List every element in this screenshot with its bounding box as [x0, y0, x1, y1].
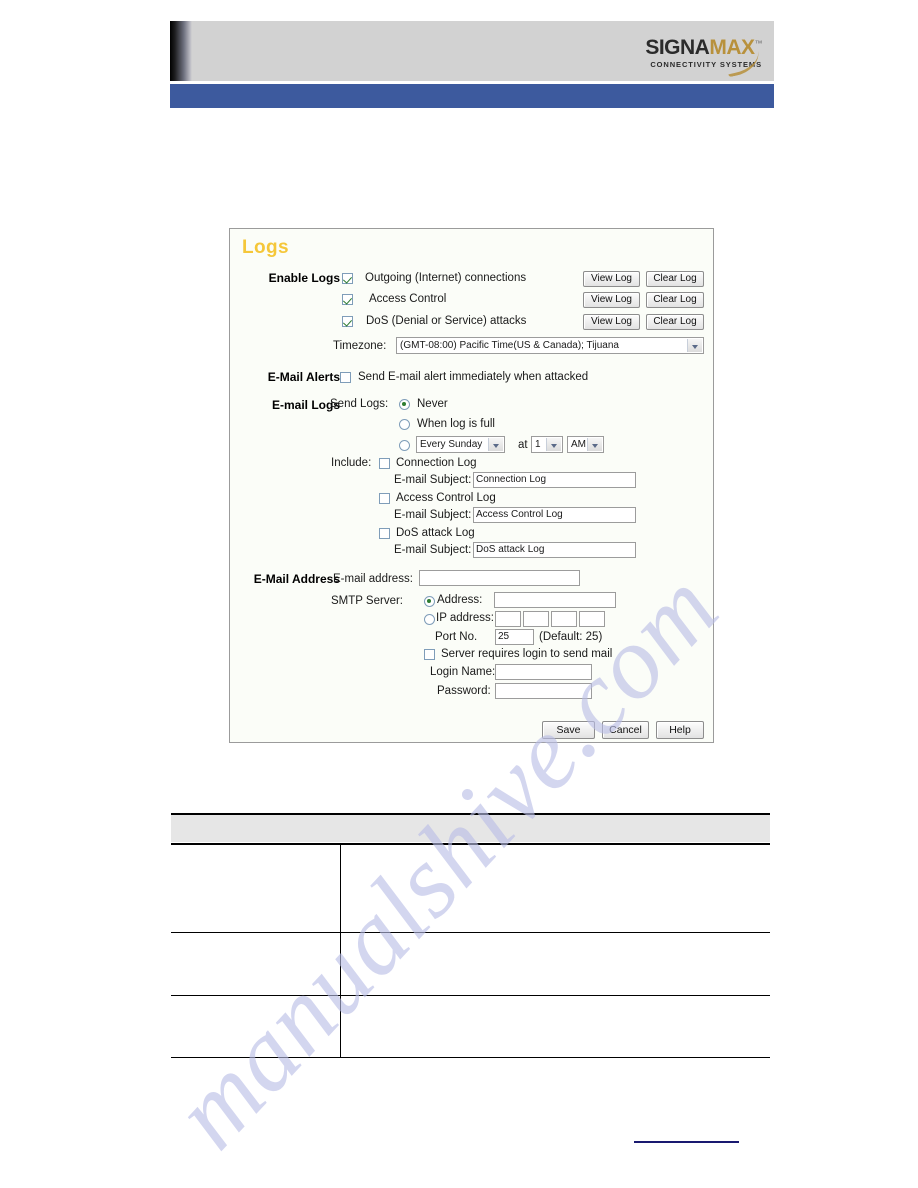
logs-configuration-panel: Logs Enable Logs Outgoing (Internet) con…	[229, 228, 714, 743]
schedule-meridiem-value: AM	[571, 439, 586, 450]
signamax-logo: SIGNAMAX™ CONNECTIVITY SYSTEMS	[612, 33, 762, 78]
chevron-down-icon	[687, 339, 702, 352]
footer-link-underline	[634, 1141, 739, 1143]
clear-log-button-outgoing[interactable]: Clear Log	[646, 271, 704, 287]
brand-swoosh-icon	[723, 45, 763, 78]
checkbox-dos-attack-log[interactable]	[379, 528, 390, 539]
section-label-enable-logs: Enable Logs	[268, 271, 340, 285]
checkbox-server-requires-login[interactable]	[424, 649, 435, 660]
input-ip-octet-3[interactable]	[551, 611, 577, 627]
label-outgoing-connections: Outgoing (Internet) connections	[365, 272, 527, 284]
label-password: Password:	[437, 685, 491, 697]
schedule-hour-select[interactable]: 1	[531, 436, 563, 453]
checkbox-connection-log[interactable]	[379, 458, 390, 469]
radio-smtp-address[interactable]	[424, 596, 435, 607]
schedule-hour-value: 1	[535, 439, 541, 450]
table-header-row	[171, 815, 770, 842]
page-navigation-bar	[170, 84, 774, 108]
radio-send-logs-never[interactable]	[399, 399, 410, 410]
input-email-address[interactable]	[419, 570, 580, 586]
table-rule-row2	[171, 995, 770, 996]
label-access-control-log: Access Control Log	[396, 492, 496, 504]
section-label-email-logs: E-mail Logs	[271, 398, 340, 412]
timezone-selected-value: (GMT-08:00) Pacific Time(US & Canada); T…	[400, 340, 619, 351]
table-rule-row1	[171, 932, 770, 933]
cancel-button[interactable]: Cancel	[602, 721, 649, 739]
radio-send-logs-when-full[interactable]	[399, 419, 410, 430]
label-subject-connection-log: E-mail Subject:	[394, 474, 472, 486]
input-password[interactable]	[495, 683, 592, 699]
brand-name-part1: SIGNA	[645, 36, 710, 59]
schedule-meridiem-select[interactable]: AM	[567, 436, 604, 453]
input-ip-octet-2[interactable]	[523, 611, 549, 627]
label-timezone: Timezone:	[333, 340, 387, 352]
label-smtp-ip-address: IP address:	[436, 612, 494, 624]
schedule-day-select[interactable]: Every Sunday	[416, 436, 505, 453]
clear-log-button-access-control[interactable]: Clear Log	[646, 292, 704, 308]
label-login-name: Login Name:	[430, 666, 496, 678]
label-dos-attacks: DoS (Denial or Service) attacks	[366, 315, 527, 327]
chevron-down-icon	[587, 438, 602, 451]
input-ip-octet-4[interactable]	[579, 611, 605, 627]
label-port-no: Port No.	[435, 631, 478, 643]
view-log-button-outgoing[interactable]: View Log	[583, 271, 640, 287]
label-subject-access-control-log: E-mail Subject:	[394, 509, 472, 521]
label-dos-attack-log: DoS attack Log	[396, 527, 475, 539]
input-port-no[interactable]: 25	[495, 629, 534, 645]
label-server-requires-login: Server requires login to send mail	[441, 648, 613, 660]
label-access-control: Access Control	[369, 293, 447, 305]
section-label-email-alerts: E-Mail Alerts	[267, 370, 340, 384]
label-send-email-alert: Send E-mail alert immediately when attac…	[358, 371, 589, 383]
label-connection-log: Connection Log	[396, 457, 477, 469]
label-subject-dos-attack-log: E-mail Subject:	[394, 544, 472, 556]
label-port-default-note: (Default: 25)	[539, 631, 603, 643]
label-send-logs-when-full: When log is full	[417, 418, 495, 430]
radio-smtp-ip-address[interactable]	[424, 614, 435, 625]
label-email-address: E-mail address:	[333, 573, 413, 585]
help-button[interactable]: Help	[656, 721, 704, 739]
view-log-button-dos[interactable]: View Log	[583, 314, 640, 330]
chevron-down-icon	[488, 438, 503, 451]
input-smtp-address[interactable]	[494, 592, 616, 608]
label-send-logs-never: Never	[417, 398, 448, 410]
chevron-down-icon	[546, 438, 561, 451]
label-schedule-at: at	[518, 439, 528, 451]
checkbox-outgoing-connections[interactable]	[342, 273, 353, 284]
input-subject-access-control-log[interactable]: Access Control Log	[473, 507, 636, 523]
page-title: Logs	[242, 237, 289, 258]
label-smtp-address: Address:	[437, 594, 483, 606]
clear-log-button-dos[interactable]: Clear Log	[646, 314, 704, 330]
label-include: Include:	[331, 457, 372, 469]
header-gradient-strip	[170, 21, 192, 81]
label-send-logs: Send Logs:	[330, 398, 389, 410]
timezone-select[interactable]: (GMT-08:00) Pacific Time(US & Canada); T…	[396, 337, 704, 354]
radio-send-logs-schedule[interactable]	[399, 440, 410, 451]
schedule-day-value: Every Sunday	[420, 439, 483, 450]
input-subject-dos-attack-log[interactable]: DoS attack Log	[473, 542, 636, 558]
input-subject-connection-log[interactable]: Connection Log	[473, 472, 636, 488]
table-rule-bottom	[171, 1057, 770, 1058]
save-button[interactable]: Save	[542, 721, 595, 739]
checkbox-access-control[interactable]	[342, 294, 353, 305]
input-ip-octet-1[interactable]	[495, 611, 521, 627]
table-column-divider	[340, 845, 341, 1058]
checkbox-send-email-alert[interactable]	[340, 372, 351, 383]
table-rule-under-header	[171, 843, 770, 845]
checkbox-dos-attacks[interactable]	[342, 316, 353, 327]
label-smtp-server: SMTP Server:	[331, 595, 403, 607]
input-login-name[interactable]	[495, 664, 592, 680]
section-label-email-address: E-Mail Address	[253, 572, 340, 586]
page-header-band: SIGNAMAX™ CONNECTIVITY SYSTEMS	[170, 21, 774, 81]
checkbox-access-control-log[interactable]	[379, 493, 390, 504]
view-log-button-access-control[interactable]: View Log	[583, 292, 640, 308]
